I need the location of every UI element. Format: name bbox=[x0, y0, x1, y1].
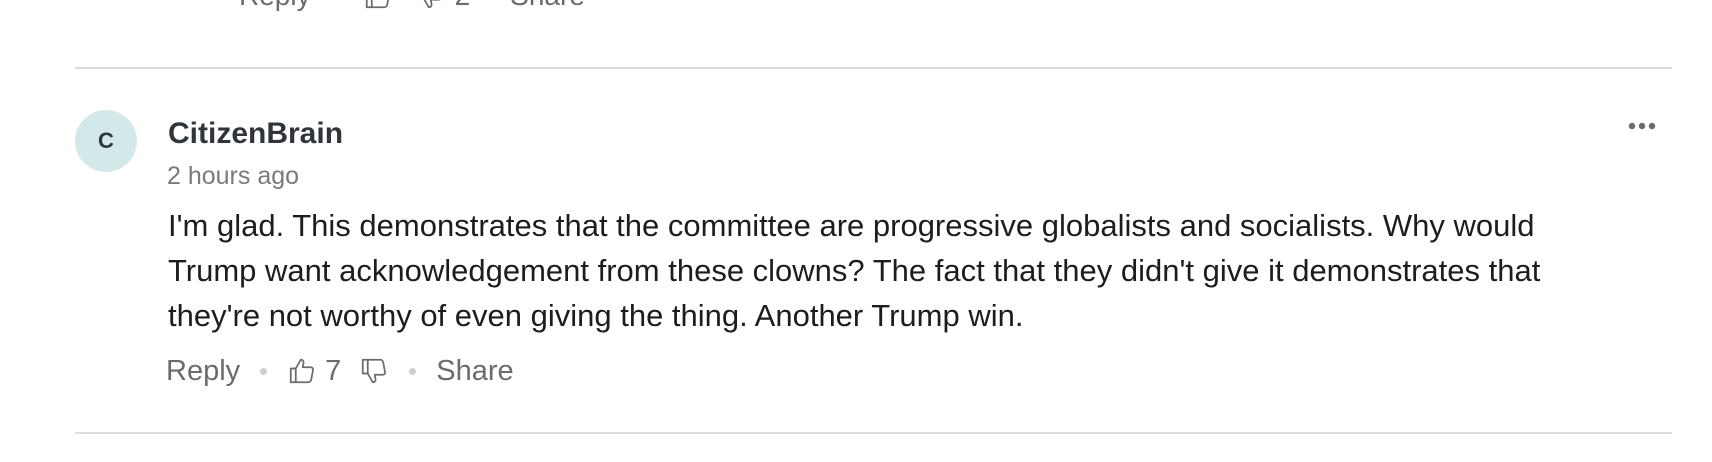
dislike-button[interactable] bbox=[359, 356, 389, 386]
comment-divider bbox=[75, 432, 1672, 434]
previous-dislike-button[interactable]: 2 bbox=[415, 0, 471, 12]
previous-comment-actions: Reply 2 Share bbox=[239, 0, 585, 14]
like-button[interactable]: 7 bbox=[287, 355, 341, 388]
previous-dislike-count: 2 bbox=[455, 0, 471, 12]
like-count: 7 bbox=[325, 354, 342, 387]
thumbs-down-icon bbox=[362, 358, 387, 384]
comment-actions: Reply 7 Share bbox=[166, 351, 514, 391]
separator-dot bbox=[260, 367, 268, 375]
comment-divider bbox=[75, 67, 1672, 69]
thumbs-up-icon bbox=[365, 0, 389, 9]
reply-button[interactable]: Reply bbox=[166, 355, 240, 388]
comments-page: Reply 2 Share C CitizenBrain 2 hours ago… bbox=[0, 0, 1712, 462]
previous-like-button[interactable] bbox=[363, 0, 393, 11]
previous-share-button[interactable]: Share bbox=[510, 0, 585, 12]
comment-body: I'm glad. This demonstrates that the com… bbox=[168, 208, 1541, 333]
avatar[interactable]: C bbox=[75, 110, 137, 172]
separator-dot bbox=[409, 367, 417, 375]
more-options-icon bbox=[1628, 122, 1656, 130]
comment-username[interactable]: CitizenBrain bbox=[168, 117, 343, 151]
avatar-initial: C bbox=[98, 128, 114, 153]
share-button[interactable]: Share bbox=[436, 355, 513, 388]
thumbs-up-icon bbox=[290, 358, 315, 384]
more-options-button[interactable] bbox=[1624, 116, 1660, 136]
previous-reply-button[interactable]: Reply bbox=[239, 0, 311, 12]
comment-timestamp: 2 hours ago bbox=[167, 162, 300, 190]
thumbs-down-icon bbox=[423, 0, 441, 9]
